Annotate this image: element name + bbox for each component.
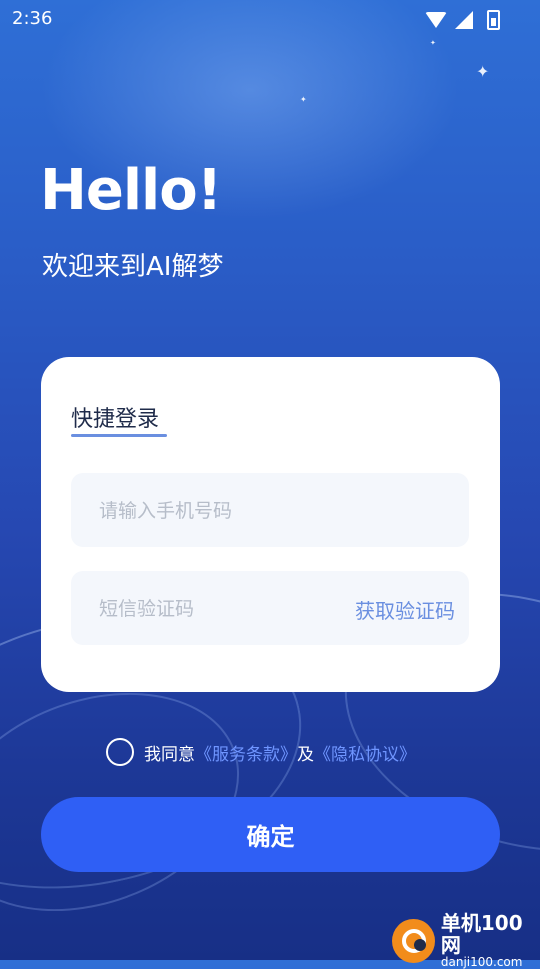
watermark: 单机100网 danji100.com	[392, 912, 540, 969]
login-card: 快捷登录 获取验证码	[41, 357, 500, 692]
signal-icon	[455, 11, 473, 29]
phone-field	[71, 473, 469, 549]
phone-input[interactable]	[97, 473, 341, 549]
status-icons	[425, 10, 500, 30]
sparkle-icon: ✦	[300, 95, 307, 104]
privacy-link[interactable]: 《隐私协议》	[314, 740, 416, 765]
agreement-row: 我同意 《服务条款》 及 《隐私协议》	[106, 738, 416, 766]
tab-underline	[71, 434, 167, 437]
page-title: Hello!	[40, 158, 222, 223]
wifi-icon	[425, 12, 447, 28]
sparkle-icon: ✦	[430, 39, 436, 47]
sms-code-input[interactable]	[97, 571, 341, 647]
code-field: 获取验证码	[71, 571, 469, 647]
get-code-button[interactable]: 获取验证码	[355, 595, 455, 624]
tab-quick-login[interactable]: 快捷登录	[71, 401, 159, 433]
terms-link[interactable]: 《服务条款》	[195, 740, 297, 765]
agreement-checkbox[interactable]	[106, 738, 134, 766]
watermark-name: 单机100网	[440, 911, 523, 957]
sparkle-icon: ✦	[476, 62, 490, 81]
watermark-url: danji100.com	[440, 955, 523, 969]
watermark-text: 单机100网 danji100.com	[441, 912, 540, 969]
confirm-button[interactable]: 确定	[41, 797, 500, 872]
welcome-subtitle: 欢迎来到AI解梦	[42, 252, 224, 282]
watermark-logo-icon	[392, 918, 435, 963]
status-bar: 2:36	[0, 0, 540, 38]
battery-icon	[487, 10, 500, 30]
agreement-connector: 及	[297, 744, 314, 765]
status-time: 2:36	[12, 8, 53, 29]
agreement-prefix: 我同意	[144, 744, 195, 765]
